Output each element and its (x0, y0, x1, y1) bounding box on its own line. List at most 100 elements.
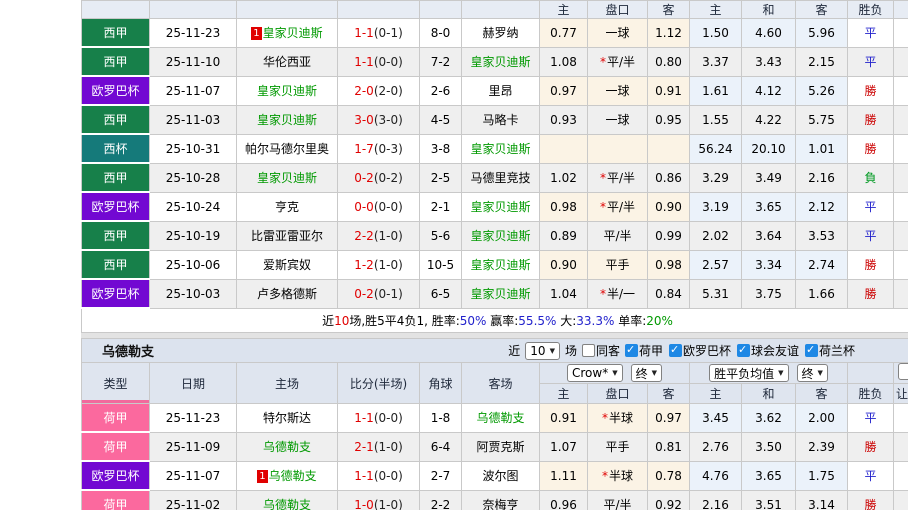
home-team-name: 皇家贝迪斯 (256, 113, 317, 127)
result-group-header-empty (847, 362, 894, 384)
score-cell: 1-1(0-0) (337, 46, 420, 77)
away-team-cell: 皇家贝迪斯 (461, 249, 540, 280)
star-marker: * (599, 200, 606, 214)
clipped-select-box[interactable] (898, 363, 908, 380)
result-text: 平 (864, 55, 877, 69)
full-time-score: 1-0 (354, 497, 374, 510)
result-cell: 勝 (847, 278, 894, 309)
league-checkbox-label: 荷甲 (638, 344, 663, 358)
handicap-line: 平手 (605, 258, 630, 272)
summary-part: 55.5% (518, 314, 557, 328)
star-marker: * (601, 411, 608, 426)
match-date: 25-11-07 (149, 460, 237, 491)
home-team-name: 乌德勒支 (262, 498, 311, 510)
column-header: 主 (539, 0, 588, 19)
clipped-column-cell (893, 75, 908, 106)
league-badge: 荷甲 (81, 489, 150, 510)
utrecht-matches-table: 乌德勒支 近 10▼ 场 同客 荷甲欧罗巴杯球会友谊荷兰杯 (81, 338, 908, 510)
column-header: 主 (689, 0, 742, 19)
home-team-name: 爱斯宾奴 (262, 258, 311, 272)
corner-score: 7-2 (419, 46, 462, 77)
league-filter: 欧罗巴杯 (669, 342, 731, 359)
handicap-home-odds: 0.89 (539, 220, 588, 251)
odds-home-win: 2.57 (689, 249, 742, 280)
league-checkbox[interactable] (737, 343, 751, 357)
bookmaker-select[interactable]: Crow* ▼ (566, 364, 623, 382)
handicap-away-odds: 0.90 (647, 191, 690, 222)
table-titlebar: 乌德勒支 近 10▼ 场 同客 荷甲 欧罗巴杯 球会友谊 荷兰杯 (83, 341, 908, 360)
match-date: 25-10-03 (149, 278, 237, 309)
chevron-down-icon: ▼ (612, 369, 618, 377)
column-header: 胜负 (847, 0, 894, 19)
half-time-score: (1-0) (373, 228, 403, 243)
league-badge: 西甲 (81, 104, 150, 135)
result-cell: 平 (847, 460, 894, 491)
handicap-line-cell: *半球 (587, 403, 648, 433)
odds-draw: 4.22 (741, 104, 796, 135)
handicap-home-odds: 0.91 (539, 403, 588, 433)
odds-away-win: 1.66 (795, 278, 848, 309)
match-count-value: 10 (530, 343, 546, 358)
away-team-name: 皇家贝迪斯 (470, 142, 531, 156)
column-header: 客 (647, 0, 690, 19)
odds-home-win: 1.55 (689, 104, 742, 135)
league-badge: 荷甲 (81, 431, 150, 462)
away-team-cell: 波尔图 (461, 460, 540, 491)
column-header-empty (419, 0, 462, 19)
result-cell: 平 (847, 403, 894, 433)
group-header-row: 类型 日期 主场 比分(半场) 角球 客场 Crow* ▼ 终 ▼ 胜平负均值 ▼ 终 ▼ (81, 362, 908, 404)
match-row: 欧罗巴杯 25-11-07 皇家贝迪斯 2-0(2-0) 2-6 里昂 0.97 一球 0.91… (81, 75, 908, 106)
match-count-select[interactable]: 10 ▼ (525, 341, 560, 360)
league-checkbox[interactable] (669, 343, 682, 357)
half-time-score: (0-0) (373, 410, 403, 425)
corner-score: 6-4 (419, 431, 462, 462)
star-marker: * (601, 469, 608, 483)
league-filter-group: 荷甲 欧罗巴杯 球会友谊 荷兰杯 (624, 342, 855, 359)
league-checkbox[interactable] (624, 343, 638, 357)
away-team-cell: 赫罗纳 (461, 18, 540, 48)
odds-away-win: 2.16 (795, 162, 848, 193)
away-team-name: 阿贾克斯 (476, 440, 525, 454)
same-away-label: 同客 (595, 344, 620, 358)
home-team-cell: 爱斯宾奴 (236, 249, 338, 280)
odds-away-win: 5.75 (795, 104, 848, 135)
full-time-score: 0-2 (354, 170, 374, 185)
europe-time-select[interactable]: 终 ▼ (796, 364, 828, 382)
chevron-down-icon: ▼ (549, 346, 555, 355)
corner-score: 2-6 (419, 75, 462, 106)
score-cell: 1-1(0-0) (337, 403, 420, 433)
away-team-name: 马略卡 (482, 113, 519, 127)
star-marker: * (599, 171, 606, 185)
handicap-line: 一球 (605, 113, 630, 127)
league-checkbox[interactable] (805, 343, 819, 357)
column-header: 和 (741, 383, 796, 404)
result-text: 勝 (864, 142, 877, 156)
clipped-header-label: 让 (896, 387, 908, 401)
average-odds-select[interactable]: 胜平负均值 ▼ (709, 364, 789, 382)
handicap-away-odds: 0.80 (647, 46, 690, 77)
score-cell: 3-0(3-0) (337, 104, 420, 135)
away-team-cell: 乌德勒支 (461, 403, 540, 433)
odds-away-win: 2.00 (795, 403, 848, 433)
handicap-time-select[interactable]: 终 ▼ (630, 364, 662, 382)
home-team-name: 皇家贝迪斯 (256, 171, 317, 185)
odds-away-win: 5.96 (795, 18, 848, 48)
match-date: 25-11-03 (149, 104, 237, 135)
league-badge: 欧罗巴杯 (81, 278, 150, 309)
handicap-home-odds: 0.93 (539, 104, 588, 135)
odds-home-win: 1.50 (689, 18, 742, 48)
away-team-name: 皇家贝迪斯 (470, 258, 531, 272)
odds-away-win: 2.12 (795, 191, 848, 222)
away-team-cell: 皇家贝迪斯 (461, 46, 540, 77)
column-header: 盘口 (587, 0, 648, 19)
handicap-line-cell: 平/半 (587, 489, 648, 510)
odds-draw: 20.10 (741, 133, 796, 164)
full-time-score: 2-2 (354, 228, 374, 243)
filter-controls: 近 10▼ 场 同客 荷甲 欧罗巴杯 球会友谊 荷兰杯 (508, 341, 855, 360)
score-cell: 2-1(1-0) (337, 431, 420, 462)
league-filter: 荷兰杯 (805, 342, 855, 359)
odds-home-win: 3.19 (689, 191, 742, 222)
same-away-checkbox[interactable] (581, 344, 595, 357)
score-cell: 1-2(1-0) (337, 249, 420, 280)
odds-draw: 3.50 (741, 431, 796, 462)
